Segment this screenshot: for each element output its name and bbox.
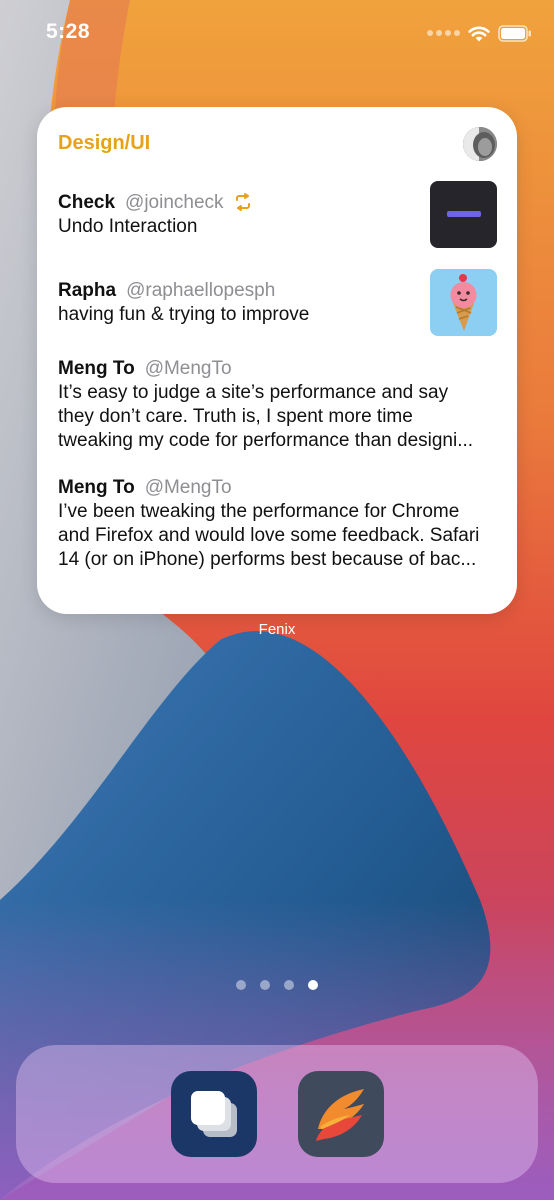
twitter-list-widget[interactable]: Design/UI Check @joincheck Undo Interacti… xyxy=(37,107,517,614)
battery-icon xyxy=(498,24,531,42)
tweet-author-handle: @MengTo xyxy=(144,358,232,379)
cellular-signal-icon xyxy=(427,30,460,36)
page-indicator[interactable] xyxy=(0,980,554,990)
wifi-icon xyxy=(468,26,490,41)
tweet-item[interactable]: Meng To @MengTo I’ve been tweaking the pe… xyxy=(58,476,479,572)
status-time: 5:28 xyxy=(46,20,91,43)
page-dot[interactable] xyxy=(284,980,294,990)
page-dot[interactable] xyxy=(236,980,246,990)
tweet-author-handle: @joincheck xyxy=(125,192,224,213)
tweet-text: having fun & trying to improve xyxy=(58,304,310,325)
widget-title: Design/UI xyxy=(58,132,151,154)
page-dot-active[interactable] xyxy=(308,980,318,990)
tweet-text-line: 14 (or on iPhone) performs best because … xyxy=(58,549,477,570)
tweet-text-line: It’s easy to judge a site’s performance … xyxy=(58,382,449,403)
tweet-author-name: Meng To xyxy=(58,358,135,379)
tweet-author-handle: @raphaellopesph xyxy=(126,280,276,301)
avatar[interactable] xyxy=(463,127,497,161)
tweet-item[interactable]: Check @joincheck Undo Interaction xyxy=(58,191,253,239)
tweet-author-name: Rapha xyxy=(58,280,117,301)
tweet-item[interactable]: Rapha @raphaellopesph having fun & trying… xyxy=(58,279,309,327)
status-icons xyxy=(427,22,532,44)
tweet-text-line: tweaking my code for performance than de… xyxy=(58,430,474,451)
fenix-app-icon[interactable] xyxy=(298,1071,384,1157)
tweet-text-line: they don’t care. Truth is, I spent more … xyxy=(58,406,413,427)
tweet-media-thumbnail[interactable] xyxy=(430,269,497,336)
tweet-author-name: Meng To xyxy=(58,477,135,498)
page-dot[interactable] xyxy=(260,980,270,990)
ice-cream-icon xyxy=(450,274,477,331)
tweet-author-handle: @MengTo xyxy=(144,477,232,498)
tweet-text: Undo Interaction xyxy=(58,216,198,237)
tweet-text-line: and Firefox and would love some feedback… xyxy=(58,525,480,546)
tweet-text-line: I’ve been tweaking the performance for C… xyxy=(58,501,460,522)
dock xyxy=(16,1045,538,1183)
widget-app-label: Fenix xyxy=(258,621,296,638)
stacked-cards-app-icon[interactable] xyxy=(171,1071,257,1157)
tweet-item[interactable]: Meng To @MengTo It’s easy to judge a site… xyxy=(58,357,473,453)
retweet-icon xyxy=(235,193,250,211)
tweet-author-name: Check xyxy=(58,192,116,213)
tweet-media-thumbnail[interactable] xyxy=(430,181,497,248)
